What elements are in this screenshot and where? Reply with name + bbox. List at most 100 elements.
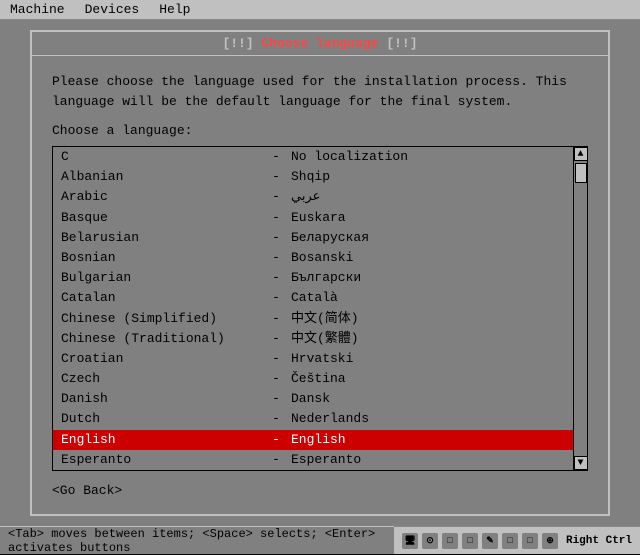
lang-native-name: Dansk	[291, 390, 330, 408]
dialog: [!!] Choose language [!!] Please choose …	[30, 30, 610, 516]
lang-name: Belarusian	[61, 229, 261, 247]
title-brackets-right: [!!]	[386, 36, 417, 51]
tray-icon-5: ✎	[482, 533, 498, 549]
language-list[interactable]: C-No localizationAlbanian-ShqipArabic-عر…	[53, 147, 573, 470]
lang-separator: -	[261, 229, 291, 247]
lang-native-name: No localization	[291, 148, 408, 166]
lang-separator: -	[261, 148, 291, 166]
tray-icon-4: □	[462, 533, 478, 549]
lang-name: Catalan	[61, 289, 261, 307]
language-row-c[interactable]: C-No localization	[53, 147, 573, 167]
language-row-arabic[interactable]: Arabic-عربي	[53, 187, 573, 207]
language-row-danish[interactable]: Danish-Dansk	[53, 389, 573, 409]
language-row-belarusian[interactable]: Belarusian-Беларуская	[53, 228, 573, 248]
lang-name: Chinese (Simplified)	[61, 310, 261, 328]
lang-native-name: Hrvatski	[291, 350, 353, 368]
scroll-down-arrow[interactable]: ▼	[574, 456, 588, 470]
lang-separator: -	[261, 410, 291, 428]
language-row-chinese-(traditional)[interactable]: Chinese (Traditional)-中文(繁體)	[53, 329, 573, 349]
tray-icon-7: □	[522, 533, 538, 549]
lang-native-name: Català	[291, 289, 338, 307]
dialog-content: Please choose the language used for the …	[32, 56, 608, 514]
right-ctrl-label: Right Ctrl	[566, 535, 632, 547]
lang-separator: -	[261, 310, 291, 328]
lang-name: Albanian	[61, 168, 261, 186]
lang-native-name: 中文(简体)	[291, 310, 359, 328]
lang-native-name: عربي	[291, 188, 320, 206]
language-row-czech[interactable]: Czech-Čeština	[53, 369, 573, 389]
lang-name: C	[61, 148, 261, 166]
language-row-esperanto[interactable]: Esperanto-Esperanto	[53, 450, 573, 470]
lang-native-name: Nederlands	[291, 410, 369, 428]
scroll-track	[574, 161, 588, 456]
lang-separator: -	[261, 431, 291, 449]
language-list-container[interactable]: C-No localizationAlbanian-ShqipArabic-عر…	[52, 146, 588, 471]
lang-name: Bosnian	[61, 249, 261, 267]
description-line2: language will be the default language fo…	[52, 94, 512, 109]
tray-icon-2: ⊙	[422, 533, 438, 549]
language-row-english[interactable]: English-English	[53, 430, 573, 450]
scroll-up-arrow[interactable]: ▲	[574, 147, 588, 161]
description: Please choose the language used for the …	[52, 72, 588, 111]
lang-name: Dutch	[61, 410, 261, 428]
dialog-title: Choose language	[261, 36, 386, 51]
lang-separator: -	[261, 188, 291, 206]
scrollbar[interactable]: ▲ ▼	[573, 147, 587, 470]
lang-native-name: Čeština	[291, 370, 346, 388]
lang-native-name: Беларуская	[291, 229, 369, 247]
lang-separator: -	[261, 330, 291, 348]
lang-separator: -	[261, 289, 291, 307]
lang-name: Danish	[61, 390, 261, 408]
scroll-thumb[interactable]	[575, 163, 587, 183]
choose-label: Choose a language:	[52, 123, 588, 138]
lang-native-name: Esperanto	[291, 451, 361, 469]
menu-devices[interactable]: Devices	[79, 0, 146, 19]
lang-separator: -	[261, 370, 291, 388]
lang-name: Esperanto	[61, 451, 261, 469]
lang-separator: -	[261, 249, 291, 267]
lang-name: Croatian	[61, 350, 261, 368]
main-area: [!!] Choose language [!!] Please choose …	[0, 20, 640, 526]
bottom-bar: <Tab> moves between items; <Space> selec…	[0, 526, 640, 554]
menubar: Machine Devices Help	[0, 0, 640, 20]
status-text: <Tab> moves between items; <Space> selec…	[0, 526, 394, 554]
lang-name: Czech	[61, 370, 261, 388]
lang-separator: -	[261, 390, 291, 408]
lang-native-name: 中文(繁體)	[291, 330, 359, 348]
language-row-basque[interactable]: Basque-Euskara	[53, 208, 573, 228]
menu-help[interactable]: Help	[153, 0, 196, 19]
menu-machine[interactable]: Machine	[4, 0, 71, 19]
lang-separator: -	[261, 269, 291, 287]
lang-name: Basque	[61, 209, 261, 227]
lang-name: Bulgarian	[61, 269, 261, 287]
tray-icon-6: □	[502, 533, 518, 549]
language-row-dutch[interactable]: Dutch-Nederlands	[53, 409, 573, 429]
lang-separator: -	[261, 209, 291, 227]
lang-native-name: English	[291, 431, 346, 449]
tray-icon-8: ⊕	[542, 533, 558, 549]
title-brackets-left: [!!]	[222, 36, 253, 51]
lang-separator: -	[261, 451, 291, 469]
lang-native-name: Български	[291, 269, 361, 287]
lang-native-name: Euskara	[291, 209, 346, 227]
language-row-chinese-(simplified)[interactable]: Chinese (Simplified)-中文(简体)	[53, 309, 573, 329]
lang-name: Chinese (Traditional)	[61, 330, 261, 348]
lang-name: English	[61, 431, 261, 449]
language-row-croatian[interactable]: Croatian-Hrvatski	[53, 349, 573, 369]
go-back-area: <Go Back>	[52, 483, 588, 498]
lang-native-name: Shqip	[291, 168, 330, 186]
language-row-catalan[interactable]: Catalan-Català	[53, 288, 573, 308]
dialog-titlebar: [!!] Choose language [!!]	[32, 32, 608, 56]
lang-separator: -	[261, 168, 291, 186]
lang-native-name: Bosanski	[291, 249, 353, 267]
system-tray: 🖥 ⊙ □ □ ✎ □ □ ⊕ Right Ctrl	[394, 526, 640, 554]
tray-icon-1: 🖥	[402, 533, 418, 549]
language-row-bulgarian[interactable]: Bulgarian-Български	[53, 268, 573, 288]
go-back-button[interactable]: <Go Back>	[52, 483, 122, 498]
lang-name: Arabic	[61, 188, 261, 206]
lang-separator: -	[261, 350, 291, 368]
description-line1: Please choose the language used for the …	[52, 74, 567, 89]
language-row-bosnian[interactable]: Bosnian-Bosanski	[53, 248, 573, 268]
language-row-albanian[interactable]: Albanian-Shqip	[53, 167, 573, 187]
tray-icon-3: □	[442, 533, 458, 549]
